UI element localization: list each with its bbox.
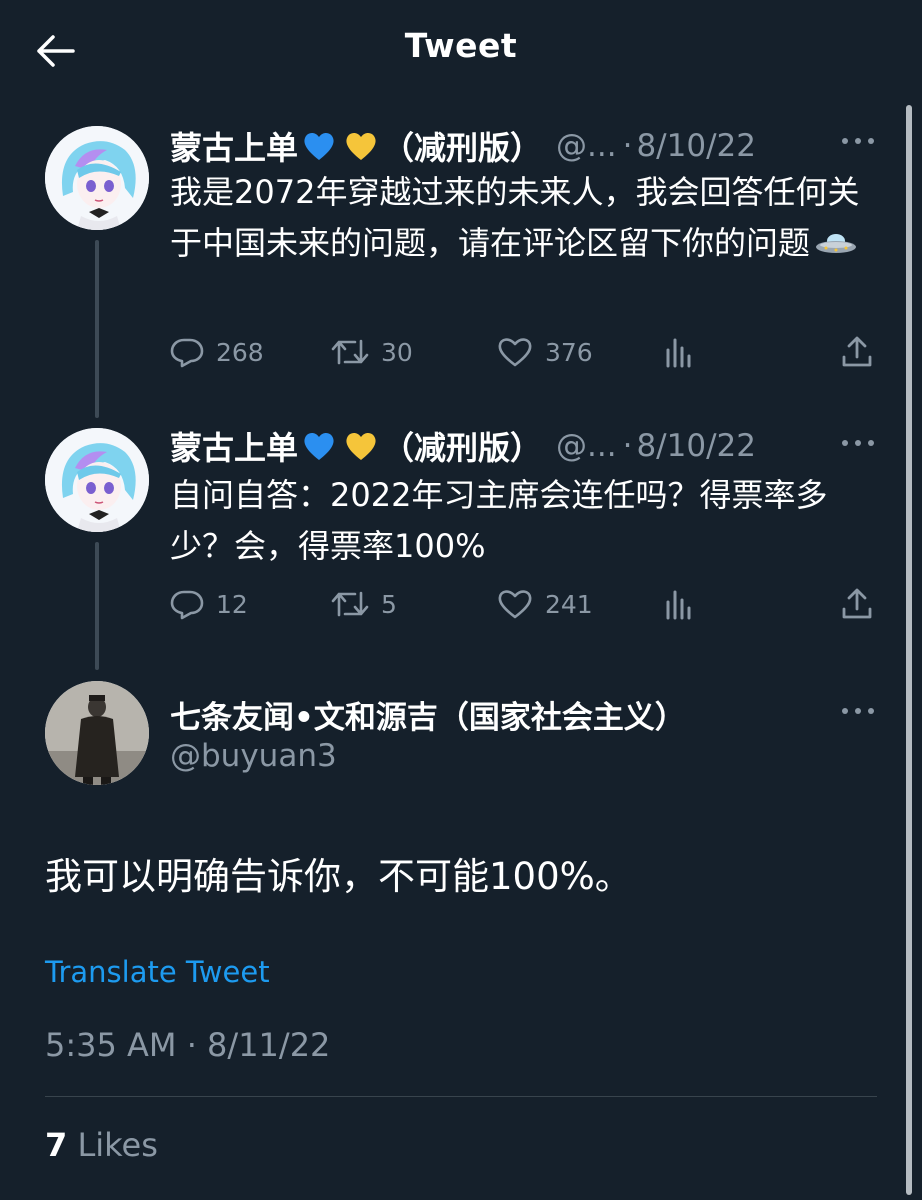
like-button[interactable]: 376 [497,332,593,372]
retweet-button[interactable]: 5 [331,584,397,624]
avatar[interactable] [45,126,149,230]
retweet-count: 5 [381,589,397,619]
blue-heart-icon [304,432,334,460]
top-bar: Tweet [0,0,922,100]
analytics-icon [666,590,691,620]
analytics-button[interactable] [664,332,706,372]
retweet-icon [331,591,369,617]
separator-dot: · [622,428,633,464]
name-suffix: （减刑版） [382,129,543,167]
tweet-actions: 268 30 376 [170,332,880,372]
display-name[interactable]: 蒙古上单 [170,423,298,469]
retweet-button[interactable]: 30 [331,332,413,372]
more-dots-icon [842,138,874,144]
yellow-heart-icon [346,132,376,160]
name-suffix: （减刑版） [382,429,543,467]
reply-button[interactable]: 12 [170,584,248,624]
anime-avatar-icon [45,428,149,532]
retweet-icon [331,339,369,365]
more-options-button[interactable] [838,126,878,156]
tweet-date[interactable]: 8/10/22 [636,428,756,464]
thread-tweet-2[interactable]: 蒙古上单 （减刑版） @... · 8/10/22 自问自答：2022年习主席会… [0,424,900,670]
analytics-icon [666,338,691,368]
more-options-button[interactable] [838,428,878,458]
likes-label: Likes [77,1126,158,1164]
share-icon [842,588,872,619]
like-count: 241 [545,589,593,619]
reply-icon [170,338,204,368]
tweet-timestamp[interactable]: 5:35 AM · 8/11/22 [45,1026,330,1064]
main-more-options-button[interactable] [838,696,878,726]
ufo-icon [816,234,857,253]
share-button[interactable] [840,584,886,624]
yellow-heart-icon [346,432,376,460]
more-dots-icon [842,440,874,446]
reply-count: 12 [216,589,248,619]
likes-summary[interactable]: 7 Likes [45,1126,158,1164]
share-button[interactable] [840,332,886,372]
heart-icon [498,338,532,367]
scrollbar[interactable] [906,105,912,1195]
reply-icon [170,590,204,620]
author-row: 蒙古上单 （减刑版） @... · 8/10/22 [170,424,756,468]
main-author-avatar[interactable] [45,681,149,785]
main-author-name[interactable]: 七条友闻•文和源吉（国家社会主义） [170,692,686,737]
tweet-text: 自问自答：2022年习主席会连任吗？得票率多少？会，得票率100% [170,476,828,565]
tweet-text: 我是2072年穿越过来的未来人，我会回答任何关于中国未来的问题，请在评论区留下你… [170,173,860,262]
handle[interactable]: @... [556,128,617,164]
tweet-actions: 12 5 241 [170,584,880,624]
analytics-button[interactable] [664,584,706,624]
display-name[interactable]: 蒙古上单 [170,123,298,169]
likes-count: 7 [45,1126,68,1164]
translate-tweet-link[interactable]: Translate Tweet [45,955,270,989]
thread-tweet-1[interactable]: 蒙古上单 （减刑版） @... · 8/10/22 我是2072年穿越过来的未来… [0,124,900,418]
handle[interactable]: @... [556,428,617,464]
author-row: 蒙古上单 （减刑版） @... · 8/10/22 [170,124,756,168]
reply-count: 268 [216,337,264,367]
more-dots-icon [842,708,874,714]
tweet-date[interactable]: 8/10/22 [636,128,756,164]
retweet-count: 30 [381,337,413,367]
avatar[interactable] [45,428,149,532]
like-button[interactable]: 241 [497,584,593,624]
heart-icon [498,590,532,619]
like-count: 376 [545,337,593,367]
separator-dot: · [622,128,633,164]
main-tweet-text: 我可以明确告诉你，不可能100%。 [45,855,632,898]
main-author-handle[interactable]: @buyuan3 [170,738,337,774]
share-icon [842,336,872,367]
page-title: Tweet [404,26,518,65]
blue-heart-icon [304,132,334,160]
divider [45,1096,877,1097]
anime-avatar-icon [45,126,149,230]
thread-connector-line [95,240,99,418]
vintage-photo-avatar-icon [45,681,149,785]
thread-connector-line [95,542,99,670]
reply-button[interactable]: 268 [170,332,264,372]
